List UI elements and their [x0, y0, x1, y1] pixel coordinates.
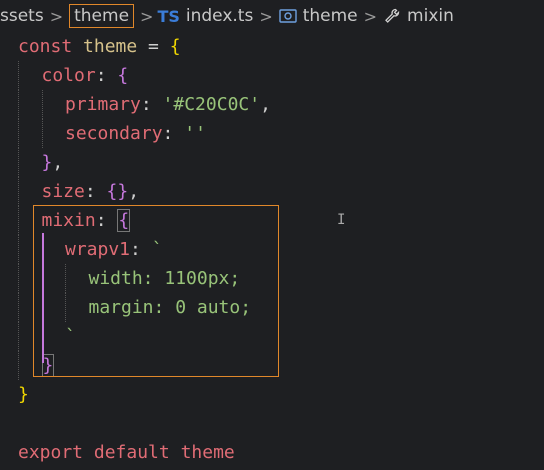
chevron-right-icon: > [140, 6, 154, 26]
indent-guide [41, 119, 66, 148]
indent-guide [18, 61, 42, 90]
keyword-const: const [18, 36, 73, 57]
code-line: } [0, 380, 544, 409]
code-line: export default theme [0, 438, 544, 467]
chevron-right-icon: > [259, 6, 273, 26]
comma: , [260, 94, 271, 115]
selection-highlight-box [33, 205, 279, 377]
code-line: secondary: '' [0, 119, 544, 148]
code-line: size: {}, [0, 177, 544, 206]
code-line: }, [0, 148, 544, 177]
variable-symbol-icon [279, 9, 297, 23]
operator: = [137, 36, 170, 57]
indent-guide [41, 90, 66, 119]
open-brace: { [117, 65, 129, 86]
colon: : [162, 123, 185, 144]
comma: , [52, 152, 64, 173]
close-brace: } [41, 152, 53, 173]
code-line: const theme = { [0, 32, 544, 61]
string-secondary-value: '' [184, 123, 206, 144]
string-primary-value: '#C20C0C' [162, 94, 261, 115]
property-primary: primary [65, 94, 141, 115]
identifier-export-theme: theme [180, 442, 235, 463]
active-indent-guide [42, 233, 44, 363]
property-secondary: secondary [65, 123, 163, 144]
property-color: color [41, 65, 96, 86]
colon: : [95, 65, 118, 86]
breadcrumb-folder-theme[interactable]: theme [69, 4, 135, 28]
chevron-right-icon: > [49, 6, 64, 26]
keyword-default: default [93, 442, 170, 463]
text-cursor-icon: I [337, 212, 346, 228]
keyword-export: export [18, 442, 84, 463]
property-size: size [41, 181, 85, 202]
indent-guide [18, 177, 42, 206]
open-brace: { [169, 36, 181, 57]
indent-guide [18, 148, 42, 177]
wrench-icon [383, 7, 401, 25]
size-value: {} [106, 181, 129, 202]
comma: , [128, 181, 140, 202]
indent-guide [18, 90, 42, 119]
breadcrumb: ssets > theme > TS index.ts > theme > mi… [0, 0, 544, 32]
breadcrumb-file[interactable]: index.ts [186, 6, 253, 26]
code-line: primary: '#C20C0C', [0, 90, 544, 119]
colon: : [140, 94, 163, 115]
code-line: color: { [0, 61, 544, 90]
breadcrumb-symbol-mixin[interactable]: mixin [407, 6, 454, 26]
identifier-theme: theme [83, 36, 138, 57]
breadcrumb-folder-assets[interactable]: ssets [0, 6, 44, 26]
indent-guide [18, 119, 42, 148]
typescript-file-icon: TS [157, 6, 180, 26]
breadcrumb-symbol-theme[interactable]: theme [303, 6, 358, 26]
colon: : [84, 181, 107, 202]
close-brace: } [18, 384, 29, 405]
chevron-right-icon: > [363, 6, 378, 26]
